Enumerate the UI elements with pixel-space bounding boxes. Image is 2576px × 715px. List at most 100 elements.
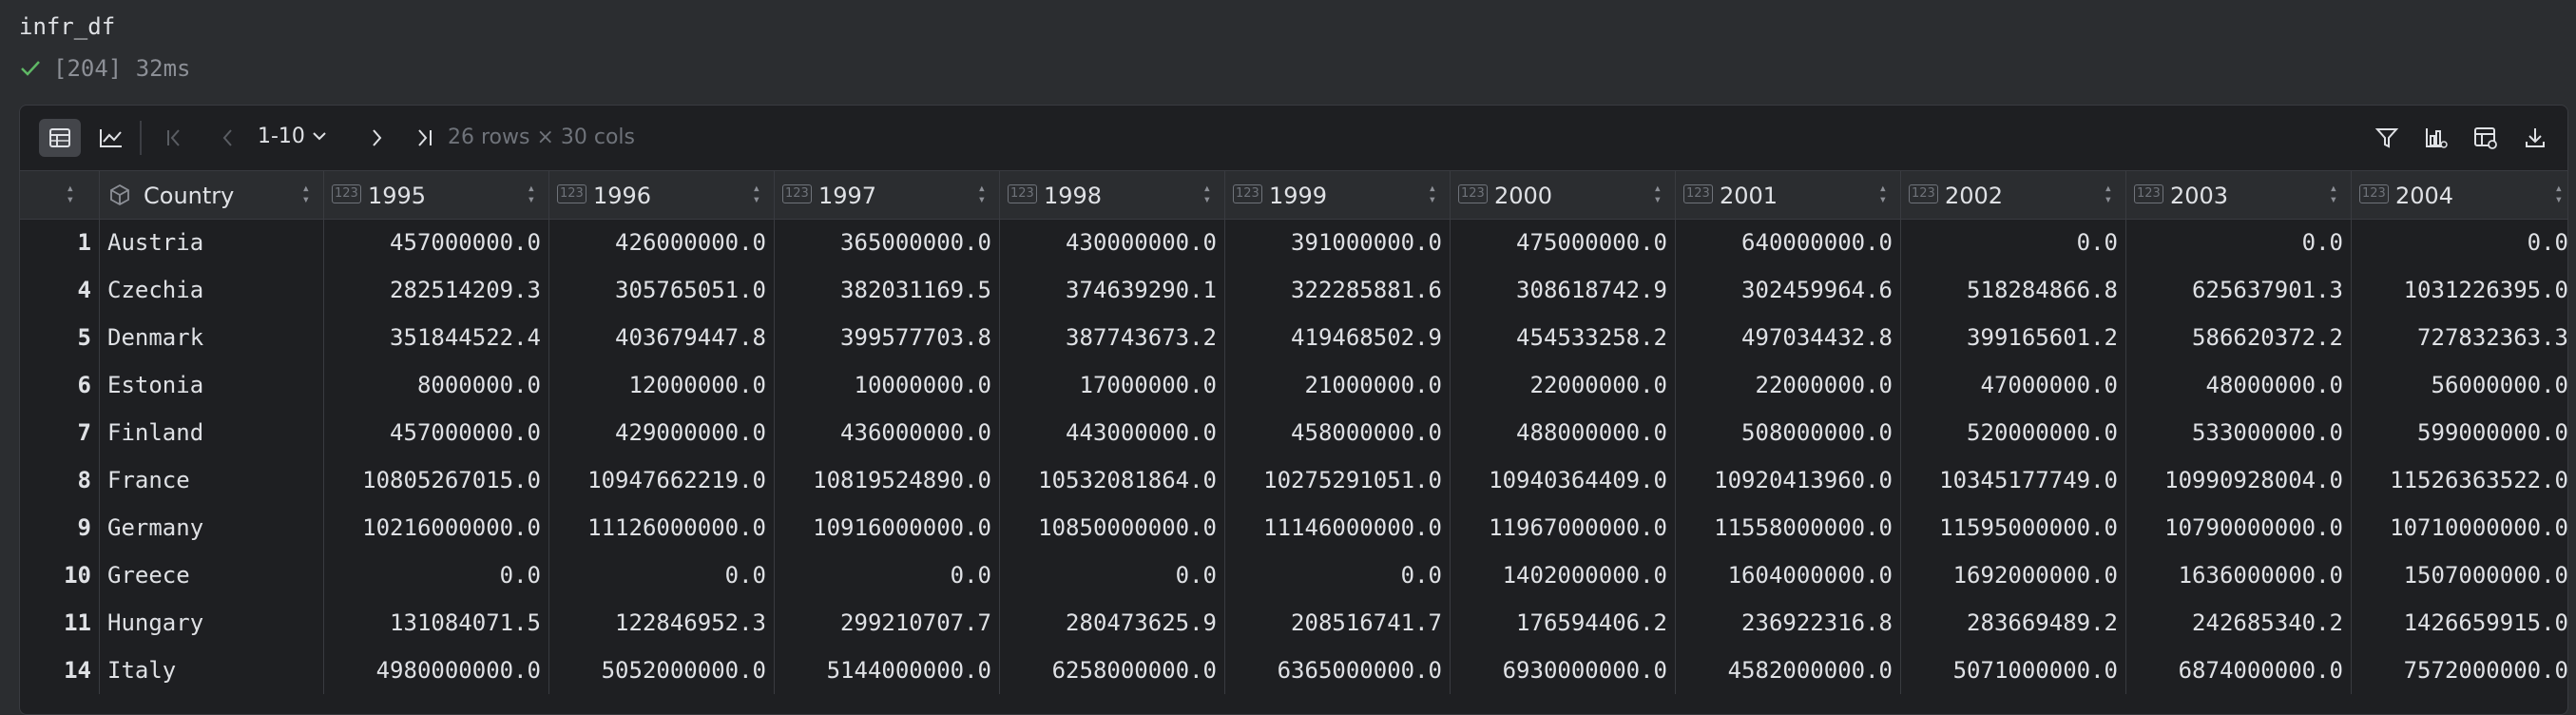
value-cell[interactable]: 48000000.0: [2126, 361, 2352, 409]
page-range-dropdown[interactable]: 1-10: [258, 125, 328, 148]
table-icon[interactable]: [39, 119, 81, 157]
value-cell[interactable]: 122846952.3: [549, 599, 775, 647]
value-cell[interactable]: 419468502.9: [1225, 314, 1451, 361]
value-cell[interactable]: 21000000.0: [1225, 361, 1451, 409]
value-cell[interactable]: 0.0: [1225, 551, 1451, 599]
value-cell[interactable]: 299210707.7: [775, 599, 1000, 647]
line-chart-icon[interactable]: [90, 119, 132, 157]
column-header-2000[interactable]: 123 2000 ▴ ▾: [1451, 171, 1676, 219]
column-header-country[interactable]: Country ▴ ▾: [100, 171, 324, 219]
value-cell[interactable]: 475000000.0: [1451, 219, 1676, 266]
column-header-2002[interactable]: 123 2002 ▴ ▾: [1901, 171, 2126, 219]
table-row[interactable]: 9 Germany 10216000000.0 11126000000.0 109160…: [20, 504, 2567, 551]
column-header-2001[interactable]: 123 2001 ▴ ▾: [1676, 171, 1901, 219]
value-cell[interactable]: 10947662219.0: [549, 456, 775, 504]
value-cell[interactable]: 374639290.1: [1000, 266, 1225, 314]
value-cell[interactable]: 426000000.0: [549, 219, 775, 266]
sort-icon[interactable]: ▴ ▾: [528, 182, 535, 206]
sort-icon[interactable]: ▴ ▾: [1203, 182, 1211, 206]
sort-icon[interactable]: ▴ ▾: [1654, 182, 1662, 206]
column-header-1998[interactable]: 123 1998 ▴ ▾: [1000, 171, 1225, 219]
filter-icon[interactable]: [2368, 119, 2406, 157]
country-cell[interactable]: Finland: [100, 409, 324, 456]
chart-settings-icon[interactable]: [2417, 119, 2455, 157]
value-cell[interactable]: 0.0: [2352, 219, 2567, 266]
sort-icon[interactable]: ▴ ▾: [978, 182, 986, 206]
last-page-icon[interactable]: [408, 119, 442, 157]
value-cell[interactable]: 382031169.5: [775, 266, 1000, 314]
value-cell[interactable]: 0.0: [1000, 551, 1225, 599]
value-cell[interactable]: 11126000000.0: [549, 504, 775, 551]
table-row[interactable]: 5 Denmark 351844522.4 403679447.8 399577703.…: [20, 314, 2567, 361]
value-cell[interactable]: 7572000000.0: [2352, 647, 2567, 694]
sort-icon[interactable]: ▴ ▾: [67, 182, 74, 206]
country-cell[interactable]: France: [100, 456, 324, 504]
value-cell[interactable]: 10819524890.0: [775, 456, 1000, 504]
column-header-1996[interactable]: 123 1996 ▴ ▾: [549, 171, 775, 219]
value-cell[interactable]: 10710000000.0: [2352, 504, 2567, 551]
column-header-2004[interactable]: 123 2004 ▴ ▾: [2352, 171, 2567, 219]
country-cell[interactable]: Denmark: [100, 314, 324, 361]
table-row[interactable]: 6 Estonia 8000000.0 12000000.0 10000000.0 170…: [20, 361, 2568, 409]
value-cell[interactable]: 10990928004.0: [2126, 456, 2352, 504]
value-cell[interactable]: 5052000000.0: [549, 647, 775, 694]
value-cell[interactable]: 586620372.2: [2126, 314, 2352, 361]
table-row[interactable]: 11 Hungary 131084071.5 122846952.3 299210707…: [20, 599, 2567, 647]
value-cell[interactable]: 10216000000.0: [324, 504, 549, 551]
country-cell[interactable]: Hungary: [100, 599, 324, 647]
value-cell[interactable]: 283669489.2: [1901, 599, 2126, 647]
table-row[interactable]: 4 Czechia 282514209.3 305765051.0 382031169.…: [20, 266, 2567, 314]
sort-icon[interactable]: ▴ ▾: [1429, 182, 1436, 206]
value-cell[interactable]: 10790000000.0: [2126, 504, 2352, 551]
country-cell[interactable]: Austria: [100, 219, 324, 266]
country-cell[interactable]: Germany: [100, 504, 324, 551]
value-cell[interactable]: 443000000.0: [1000, 409, 1225, 456]
value-cell[interactable]: 387743673.2: [1000, 314, 1225, 361]
country-cell[interactable]: Estonia: [100, 361, 324, 409]
value-cell[interactable]: 4582000000.0: [1676, 647, 1901, 694]
value-cell[interactable]: 429000000.0: [549, 409, 775, 456]
table-row[interactable]: 14 Italy 4980000000.0 5052000000.0 514400000…: [20, 647, 2567, 694]
value-cell[interactable]: 391000000.0: [1225, 219, 1451, 266]
value-cell[interactable]: 0.0: [775, 551, 1000, 599]
value-cell[interactable]: 6930000000.0: [1451, 647, 1676, 694]
value-cell[interactable]: 0.0: [324, 551, 549, 599]
value-cell[interactable]: 1402000000.0: [1451, 551, 1676, 599]
value-cell[interactable]: 12000000.0: [549, 361, 775, 409]
value-cell[interactable]: 4980000000.0: [324, 647, 549, 694]
value-cell[interactable]: 47000000.0: [1901, 361, 2126, 409]
value-cell[interactable]: 518284866.8: [1901, 266, 2126, 314]
value-cell[interactable]: 10920413960.0: [1676, 456, 1901, 504]
value-cell[interactable]: 6365000000.0: [1225, 647, 1451, 694]
column-header-1997[interactable]: 123 1997 ▴ ▾: [775, 171, 1000, 219]
value-cell[interactable]: 6874000000.0: [2126, 647, 2352, 694]
first-page-icon[interactable]: [157, 119, 191, 157]
value-cell[interactable]: 56000000.0: [2352, 361, 2568, 409]
table-row[interactable]: 10 Greece 0.0 0.0 0.0 0.0 0.0 1402000000.0 16040…: [20, 551, 2567, 599]
country-cell[interactable]: Greece: [100, 551, 324, 599]
table-row[interactable]: 7 Finland 457000000.0 429000000.0 436000000.…: [20, 409, 2567, 456]
value-cell[interactable]: 176594406.2: [1451, 599, 1676, 647]
value-cell[interactable]: 280473625.9: [1000, 599, 1225, 647]
value-cell[interactable]: 322285881.6: [1225, 266, 1451, 314]
value-cell[interactable]: 403679447.8: [549, 314, 775, 361]
value-cell[interactable]: 11558000000.0: [1676, 504, 1901, 551]
value-cell[interactable]: 10940364409.0: [1451, 456, 1676, 504]
value-cell[interactable]: 308618742.9: [1451, 266, 1676, 314]
index-column-header[interactable]: ▴ ▾: [20, 171, 100, 219]
value-cell[interactable]: 458000000.0: [1225, 409, 1451, 456]
value-cell[interactable]: 236922316.8: [1676, 599, 1901, 647]
sort-icon[interactable]: ▴ ▾: [2555, 182, 2563, 206]
table-row[interactable]: 1 Austria 457000000.0 426000000.0 365000000.…: [20, 219, 2567, 266]
value-cell[interactable]: 17000000.0: [1000, 361, 1225, 409]
value-cell[interactable]: 533000000.0: [2126, 409, 2352, 456]
value-cell[interactable]: 6258000000.0: [1000, 647, 1225, 694]
value-cell[interactable]: 5144000000.0: [775, 647, 1000, 694]
value-cell[interactable]: 10000000.0: [775, 361, 1000, 409]
value-cell[interactable]: 10345177749.0: [1901, 456, 2126, 504]
value-cell[interactable]: 457000000.0: [324, 219, 549, 266]
sort-icon[interactable]: ▴ ▾: [1879, 182, 1887, 206]
value-cell[interactable]: 1636000000.0: [2126, 551, 2352, 599]
value-cell[interactable]: 5071000000.0: [1901, 647, 2126, 694]
value-cell[interactable]: 488000000.0: [1451, 409, 1676, 456]
